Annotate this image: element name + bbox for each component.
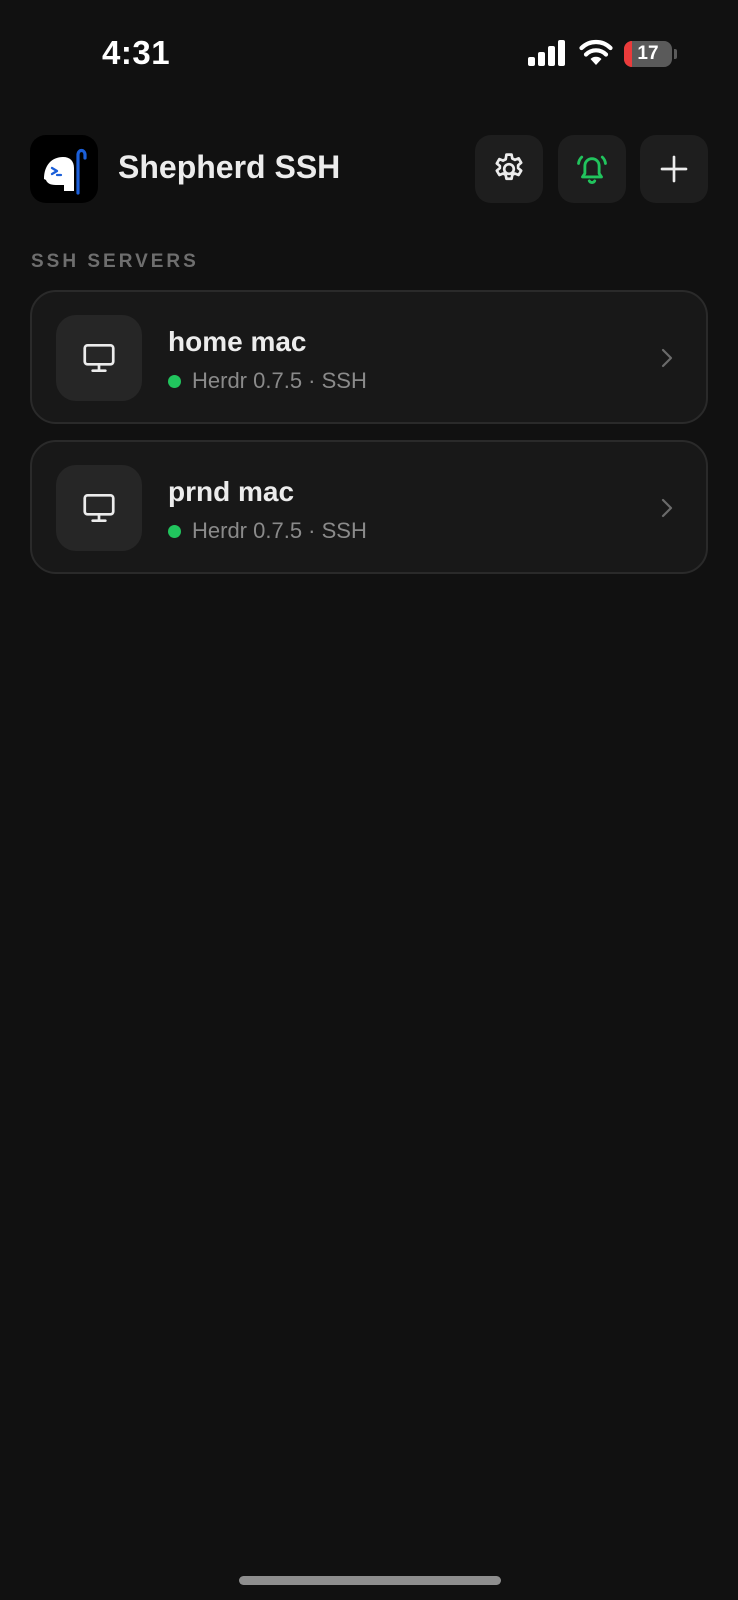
online-status-dot — [168, 374, 181, 388]
settings-button[interactable] — [475, 135, 543, 203]
chevron-right-icon — [661, 348, 673, 368]
server-status: Herdr 0.7.5 · SSH — [168, 368, 367, 394]
home-indicator[interactable] — [239, 1576, 501, 1585]
plus-icon — [660, 155, 688, 183]
server-card-prnd-mac[interactable]: prnd mac Herdr 0.7.5 · SSH — [30, 440, 708, 574]
desktop-monitor-icon — [83, 493, 115, 523]
server-icon-box — [56, 315, 142, 401]
status-time: 4:31 — [102, 34, 171, 71]
server-meta: Herdr 0.7.5 · SSH — [192, 518, 367, 543]
online-status-dot — [168, 524, 181, 538]
shepherd-logo-icon — [30, 135, 98, 203]
server-list: home mac Herdr 0.7.5 · SSH prnd mac Herd… — [30, 290, 708, 590]
wifi-icon — [579, 39, 613, 65]
server-icon-box — [56, 465, 142, 551]
add-server-button[interactable] — [640, 135, 708, 203]
desktop-monitor-icon — [83, 343, 115, 373]
app-title: Shepherd SSH — [118, 149, 341, 185]
status-bar: 4:31 17 — [0, 0, 738, 110]
cellular-signal-icon — [528, 40, 565, 66]
server-status: Herdr 0.7.5 · SSH — [168, 518, 367, 544]
battery-level: 17 — [637, 43, 659, 64]
server-name: prnd mac — [168, 476, 295, 507]
app-header: Shepherd SSH — [30, 135, 708, 203]
gear-icon — [495, 153, 523, 181]
notifications-button[interactable] — [558, 135, 626, 203]
chevron-right-icon — [661, 498, 673, 518]
server-meta: Herdr 0.7.5 · SSH — [192, 368, 367, 393]
section-label: SSH SERVERS — [31, 251, 199, 272]
battery-indicator: 17 — [624, 41, 677, 67]
server-card-home-mac[interactable]: home mac Herdr 0.7.5 · SSH — [30, 290, 708, 424]
bell-ringing-icon — [577, 155, 607, 184]
server-name: home mac — [168, 326, 307, 357]
